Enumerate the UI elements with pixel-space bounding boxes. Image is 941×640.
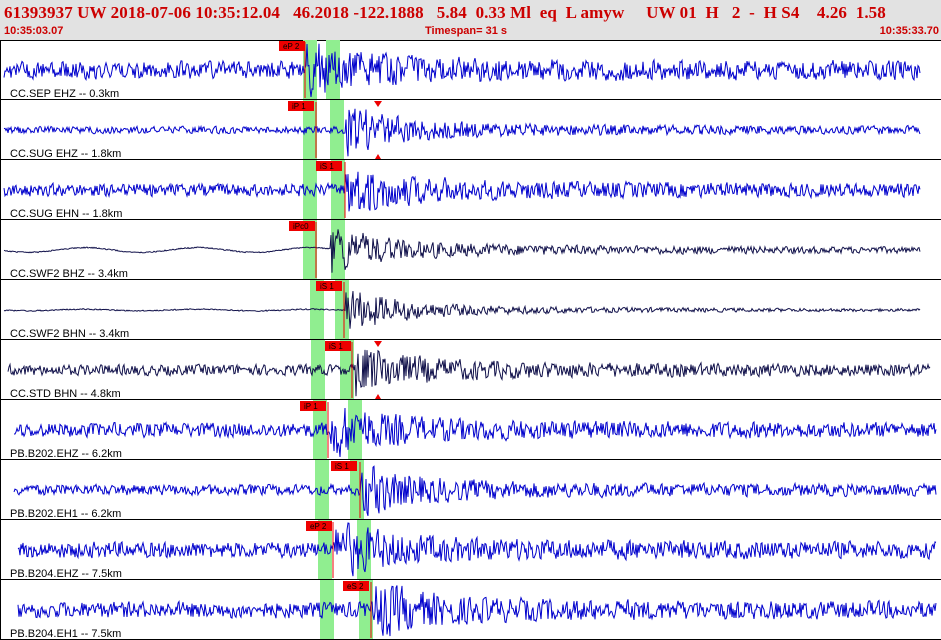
trace-row[interactable]: iS 1 PB.B202.EH1 -- 6.2km [0,460,941,520]
bottom-marker-icon [375,394,381,399]
trace-row[interactable]: iS 1 CC.SUG EHN -- 1.8km [0,160,941,220]
start-time: 10:35:03.07 [4,25,64,37]
waveform [3,171,921,212]
trace-row[interactable]: iS 1 CC.SWF2 BHN -- 3.4km [0,280,941,340]
pick-label: iS 1 [320,282,334,291]
pick-label: iS 1 [320,162,334,171]
trace-label: PB.B202.EH1 -- 6.2km [10,508,121,520]
pick-label: eP 2 [283,42,300,51]
trace-label: CC.SUG EHN -- 1.8km [10,208,122,220]
waveform [17,522,937,577]
waveform [17,585,937,637]
end-time: 10:35:33.70 [879,25,939,37]
waveform [3,43,921,98]
trace-row[interactable]: iP 1 CC.SUG EHZ -- 1.8km [0,100,941,160]
pick-label: iS 1 [335,462,349,471]
trace-label: CC.SWF2 BHZ -- 3.4km [10,268,128,280]
pick-label: eP 2 [310,522,327,531]
trace-row[interactable]: iP 1 PB.B202.EHZ -- 6.2km [0,400,941,460]
trace-row[interactable]: iPc0 CC.SWF2 BHZ -- 3.4km [0,220,941,280]
waveform [14,407,937,458]
trace-row[interactable]: eS 2 PB.B204.EH1 -- 7.5km [0,580,941,640]
event-header: 61393937 UW 2018-07-06 10:35:12.04 46.20… [0,0,941,41]
pick-label: iP 1 [292,102,306,111]
pick-label: iPc0 [293,222,309,231]
pick-label: iP 1 [304,402,318,411]
trace-label: CC.STD BHN -- 4.8km [10,388,121,400]
trace-label: CC.SEP EHZ -- 0.3km [10,88,119,100]
trace-label: PB.B204.EHZ -- 7.5km [10,568,122,580]
trace-label: CC.SWF2 BHN -- 3.4km [10,328,129,340]
waveform [3,108,921,157]
trace-label: PB.B204.EH1 -- 7.5km [10,628,121,640]
trace-row[interactable]: eP 2 CC.SEP EHZ -- 0.3km [0,40,941,100]
trace-label: CC.SUG EHZ -- 1.8km [10,148,121,160]
waveform [3,229,921,273]
bottom-marker-icon [375,154,381,159]
top-marker-icon [374,101,382,107]
pick-label: iS 1 [329,342,343,351]
pick-label: eS 2 [347,582,364,591]
trace-label: PB.B202.EHZ -- 6.2km [10,448,122,460]
waveform [13,465,937,517]
trace-row[interactable]: iS 1 CC.STD BHN -- 4.8km [0,340,941,400]
timespan-label: Timespan= 31 s [425,25,508,37]
event-summary: 61393937 UW 2018-07-06 10:35:12.04 46.20… [4,3,886,22]
waveform [7,349,931,397]
waveform [3,291,921,329]
trace-row[interactable]: eP 2 PB.B204.EHZ -- 7.5km [0,520,941,580]
seismogram-panel[interactable]: eP 2 CC.SEP EHZ -- 0.3km iP 1 CC.SUG EHZ --… [0,40,941,640]
top-marker-icon [374,341,382,347]
